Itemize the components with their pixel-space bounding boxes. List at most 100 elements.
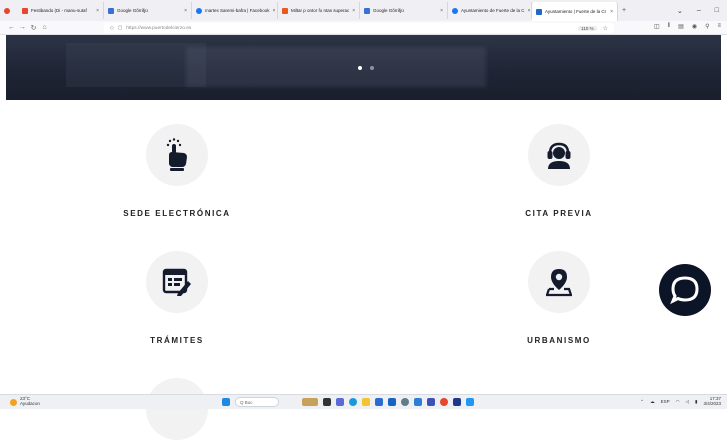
firefox-icon <box>4 7 10 14</box>
minimize-icon[interactable]: – <box>697 7 701 14</box>
address-bar[interactable]: ◇ ▢ https://www.puertodelcierzo.es 110 %… <box>104 23 614 33</box>
slider-dots <box>358 66 374 70</box>
file-explorer-icon[interactable] <box>362 398 370 406</box>
menu-icon[interactable]: ≡ <box>717 23 721 30</box>
tab-list-chevron-icon[interactable]: ⌄ <box>677 7 683 15</box>
forward-arrow-icon[interactable]: → <box>17 24 28 31</box>
tab-title: Festibando (Di - manu-sutaf <box>31 8 87 13</box>
back-arrow-icon[interactable]: ← <box>6 24 17 31</box>
facebook-icon <box>196 7 202 14</box>
maximize-icon[interactable]: □ <box>715 7 719 14</box>
weather-text: Ayudacon <box>20 401 40 406</box>
tab-title: Ayuntamiento de Fuerte de la C <box>461 8 525 13</box>
service-icon-circle[interactable] <box>528 251 590 313</box>
hero-background-image <box>66 43 206 87</box>
services-section: SEDE ELECTRÓNICA CITA PREVIA TRÁMITES UR… <box>6 100 721 440</box>
tab-title: Miltar p ontor fo ntas superac <box>291 8 350 13</box>
shield-icon: ◇ <box>110 25 114 31</box>
windows-start-icon[interactable] <box>222 398 230 406</box>
lock-icon: ▢ <box>117 25 123 31</box>
reader-view-icon[interactable]: ▤ <box>678 23 684 30</box>
service-label[interactable]: SEDE ELECTRÓNICA <box>123 209 230 218</box>
mail-icon[interactable] <box>388 398 396 406</box>
reload-icon[interactable]: ↻ <box>28 24 39 32</box>
service-icon-circle[interactable] <box>146 378 208 440</box>
tab-favicon-icon <box>22 7 28 14</box>
browser-tab-3[interactable]: martes Saremi-bafra | Facebook × <box>192 2 278 19</box>
account-icon[interactable]: ◉ <box>692 23 697 30</box>
bookmark-star-icon[interactable]: ☆ <box>603 25 608 32</box>
close-tab-icon[interactable]: × <box>437 8 443 14</box>
close-tab-icon[interactable]: × <box>181 8 187 14</box>
slider-dot[interactable] <box>370 66 374 70</box>
phone-link-icon[interactable] <box>427 398 435 406</box>
home-icon[interactable]: ⌂ <box>39 24 50 31</box>
task-view-icon[interactable] <box>323 398 331 406</box>
language-indicator[interactable]: ESP <box>661 399 670 404</box>
tab-title: Google Gõrrðjü <box>373 8 404 13</box>
store-icon[interactable] <box>375 398 383 406</box>
edge-icon[interactable] <box>349 398 357 406</box>
browser-tab-4[interactable]: Miltar p ontor fo ntas superac × <box>278 2 360 19</box>
pocket-icon[interactable]: ◫ <box>654 23 660 30</box>
map-pin-icon <box>546 269 572 297</box>
browser-tab-6[interactable]: Ayuntamiento de Fuerte de la C × <box>448 2 532 19</box>
headset-agent-icon <box>547 142 571 169</box>
close-tab-icon[interactable]: × <box>607 9 613 15</box>
tab-favicon-icon <box>108 7 114 14</box>
service-label[interactable]: URBANISMO <box>527 336 591 345</box>
windows-taskbar: 23°C Ayudacon Q Buc ⌃ ☁ ESP ◠ ◁ ▮ 17:37 … <box>0 394 727 409</box>
form-edit-icon <box>162 268 191 296</box>
service-tramites[interactable]: TRÁMITES <box>107 251 247 345</box>
browser-menu-tab[interactable] <box>0 2 18 19</box>
service-icon-circle[interactable] <box>146 251 208 313</box>
facebook-icon <box>452 7 458 14</box>
close-tab-icon[interactable]: × <box>524 8 530 14</box>
hero-background-image <box>186 47 486 87</box>
browser-tab-5[interactable]: Google Gõrrðjü × <box>360 2 448 19</box>
zoom-indicator[interactable]: 110 % <box>578 25 597 31</box>
touch-hand-icon <box>166 138 187 171</box>
extensions-icon[interactable]: ⚲ <box>705 23 709 30</box>
chat-bubble-icon <box>670 276 699 305</box>
wifi-icon[interactable]: ◠ <box>676 399 680 405</box>
close-tab-icon[interactable]: × <box>93 8 99 14</box>
service-partial[interactable] <box>107 378 247 440</box>
battery-icon[interactable]: ▮ <box>695 399 697 405</box>
speaker-icon[interactable]: ◁ <box>686 399 689 405</box>
service-urbanismo[interactable]: URBANISMO <box>489 251 629 345</box>
new-tab-button[interactable]: + <box>618 2 634 19</box>
browser-tab-2[interactable]: Google Gõrrðjü × <box>104 2 192 19</box>
close-tab-icon[interactable]: × <box>269 8 275 14</box>
chevron-up-icon[interactable]: ⌃ <box>640 399 644 405</box>
chat-button[interactable] <box>659 264 711 316</box>
library-icon[interactable]: ⫴ <box>668 23 671 30</box>
cloud-icon[interactable]: ☁ <box>650 399 655 405</box>
widgets-icon[interactable] <box>302 398 318 406</box>
photos-icon[interactable] <box>466 398 474 406</box>
shield-app-icon[interactable] <box>453 398 461 406</box>
tab-title: Google Gõrrðjü <box>117 8 148 13</box>
browser-tab-1[interactable]: Festibando (Di - manu-sutaf × <box>18 2 104 19</box>
toolbar-right: ◫ ⫴ ▤ ◉ ⚲ ≡ <box>654 23 721 30</box>
weather-widget[interactable]: 23°C Ayudacon <box>0 396 40 407</box>
system-tray: ⌃ ☁ ESP ◠ ◁ ▮ 17:37 3/4/2023 <box>640 396 721 407</box>
checkmark-app-icon[interactable] <box>414 398 422 406</box>
service-icon-circle[interactable] <box>528 124 590 186</box>
browser-tab-active[interactable]: Ayuntamiento | Fuerte de la Cr × <box>532 2 618 21</box>
service-cita-previa[interactable]: CITA PREVIA <box>489 124 629 218</box>
chat-app-icon[interactable] <box>336 398 344 406</box>
close-tab-icon[interactable]: × <box>349 8 355 14</box>
tab-title: Ayuntamiento | Fuerte de la Cr <box>545 9 607 14</box>
firefox-icon[interactable] <box>440 398 448 406</box>
slider-dot-active[interactable] <box>358 66 362 70</box>
settings-icon[interactable] <box>401 398 409 406</box>
service-label[interactable]: TRÁMITES <box>150 336 204 345</box>
clock[interactable]: 17:37 3/4/2023 <box>703 396 721 407</box>
service-sede-electronica[interactable]: SEDE ELECTRÓNICA <box>107 124 247 218</box>
url-text: https://www.puertodelcierzo.es <box>126 25 192 31</box>
service-icon-circle[interactable] <box>146 124 208 186</box>
sun-icon <box>10 398 17 406</box>
taskbar-search[interactable]: Q Buc <box>235 397 279 407</box>
service-label[interactable]: CITA PREVIA <box>525 209 592 218</box>
